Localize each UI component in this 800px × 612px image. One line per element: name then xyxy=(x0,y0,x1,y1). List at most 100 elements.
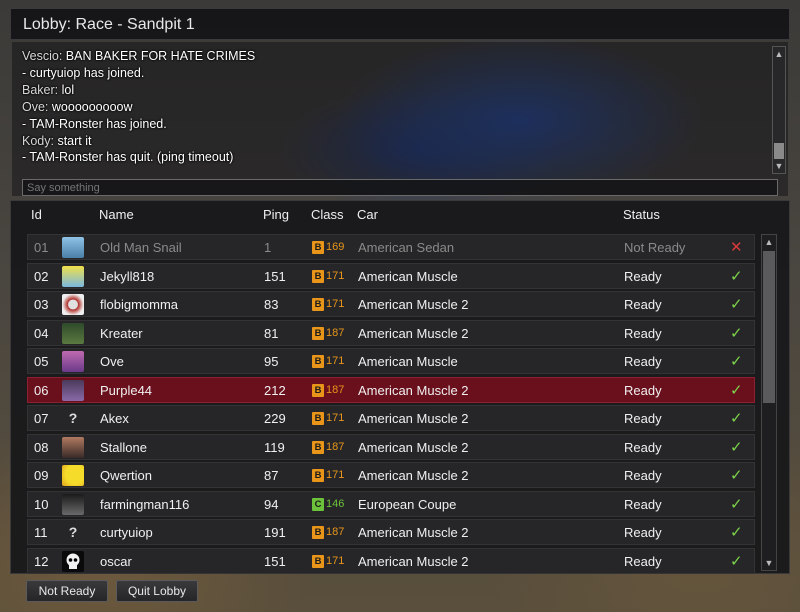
scroll-down-icon[interactable]: ▼ xyxy=(773,159,785,173)
logo-avatar xyxy=(62,294,84,315)
not-ready-button[interactable]: Not Ready xyxy=(26,580,108,602)
check-icon: ✓ xyxy=(730,296,743,313)
player-id: 03 xyxy=(34,297,49,312)
quit-lobby-button[interactable]: Quit Lobby xyxy=(116,580,198,602)
player-status: Not Ready xyxy=(624,240,686,255)
table-row[interactable]: 02 Jekyll818 151 B 171 American Muscle Ready ✓ xyxy=(27,262,755,289)
player-name: Old Man Snail xyxy=(100,240,182,255)
player-car: American Muscle 2 xyxy=(358,468,469,483)
window-title: Lobby: Race - Sandpit 1 xyxy=(23,16,195,33)
table-row[interactable]: 03 flobigmomma 83 B 171 American Muscle 2 Read… xyxy=(27,291,755,317)
chat-message: Ove: wooooooooow xyxy=(22,99,762,116)
player-ping: 151 xyxy=(264,553,286,569)
player-name: curtyuiop xyxy=(100,525,153,540)
player-ping: 119 xyxy=(264,439,285,455)
scroll-down-icon[interactable]: ▼ xyxy=(762,556,776,570)
class-badge: B xyxy=(312,554,324,568)
truck-avatar xyxy=(62,493,84,515)
scroll-up-icon[interactable]: ▲ xyxy=(773,47,785,61)
table-row[interactable]: 09 Qwertion 87 B 171 American Muscle 2 Ready ✓ xyxy=(27,462,755,488)
class-number: 171 xyxy=(326,469,345,481)
check-icon: ✓ xyxy=(730,552,743,570)
chat-text: - curtyuiop has joined. xyxy=(22,65,145,80)
class-number: 187 xyxy=(326,383,345,396)
player-ping: 95 xyxy=(264,354,279,369)
header-class: Class xyxy=(311,207,344,222)
player-name: Akex xyxy=(100,411,129,426)
player-ping: 191 xyxy=(264,525,286,540)
player-list-scrollbar[interactable]: ▲ ▼ xyxy=(761,234,777,571)
class-number: 187 xyxy=(326,440,345,453)
player-id: 02 xyxy=(34,268,49,284)
unknown-avatar: ? xyxy=(68,410,78,426)
class-number: 171 xyxy=(326,412,345,424)
player-car: American Muscle 2 xyxy=(358,297,469,312)
player-id: 08 xyxy=(34,439,49,455)
player-ping: 151 xyxy=(264,268,286,284)
header-ping: Ping xyxy=(263,207,290,222)
pikachu-avatar xyxy=(62,465,84,486)
chat-message: Baker: lol xyxy=(22,82,762,99)
player-list-scroll-thumb[interactable] xyxy=(763,251,775,403)
player-status: Ready xyxy=(624,468,662,483)
chat-scroll-thumb[interactable] xyxy=(774,143,784,159)
class-number: 187 xyxy=(326,526,345,538)
cartoon-avatar xyxy=(62,265,84,287)
class-rating: C 146 xyxy=(312,497,344,511)
table-row[interactable]: 05 Ove 95 B 171 American Muscle Ready ✓ xyxy=(27,348,755,374)
anime-avatar xyxy=(62,351,84,372)
green-avatar xyxy=(62,322,84,344)
player-car: American Muscle 2 xyxy=(358,439,469,455)
player-car: European Coupe xyxy=(358,496,457,512)
face-avatar xyxy=(62,436,84,458)
table-row[interactable]: 08 Stallone 119 B 187 American Muscle 2 Ready ✓ xyxy=(27,433,755,460)
chat-sender: Baker: xyxy=(22,82,59,97)
player-status: Ready xyxy=(624,525,662,540)
player-status: Ready xyxy=(624,496,662,512)
chat-scrollbar[interactable]: ▲ ▼ xyxy=(772,46,786,174)
table-row[interactable]: 06 Purple44 212 B 187 American Muscle 2 Ready ✓ xyxy=(27,376,755,403)
class-number: 169 xyxy=(326,241,345,253)
table-row[interactable]: 11? curtyuiop 191 B 187 American Muscle 2 Read… xyxy=(27,519,755,545)
class-rating: B 171 xyxy=(312,355,344,368)
skull-avatar xyxy=(62,550,84,572)
class-badge: B xyxy=(312,469,324,482)
chat-text: start it xyxy=(57,133,92,148)
player-car: American Muscle 2 xyxy=(358,325,469,341)
player-car: American Muscle 2 xyxy=(358,382,469,398)
player-id: 06 xyxy=(34,382,49,398)
class-number: 171 xyxy=(326,298,345,310)
player-status: Ready xyxy=(624,411,662,426)
player-name: Qwertion xyxy=(100,468,153,483)
table-row[interactable]: 04 Kreater 81 B 187 American Muscle 2 Ready ✓ xyxy=(27,319,755,346)
player-ping: 83 xyxy=(264,297,279,312)
player-status: Ready xyxy=(624,268,662,284)
player-ping: 212 xyxy=(264,382,286,398)
player-id: 10 xyxy=(34,496,49,512)
player-name: oscar xyxy=(100,553,132,569)
player-ping: 94 xyxy=(264,496,279,512)
check-icon: ✓ xyxy=(730,438,743,456)
class-badge: B xyxy=(312,526,324,539)
chat-text: wooooooooow xyxy=(51,99,133,114)
class-rating: B 187 xyxy=(312,383,345,397)
table-row[interactable]: 07? Akex 229 B 171 American Muscle 2 Ready ✓ xyxy=(27,405,755,431)
chat-message: - TAM-Ronster has quit. (ping timeout) xyxy=(22,149,762,166)
class-badge: B xyxy=(312,355,324,368)
table-row[interactable]: 12 oscar 151 B 171 American Muscle 2 Ready ✓ xyxy=(27,547,755,574)
class-rating: B 169 xyxy=(312,241,344,254)
player-list-panel: Id Name Ping Class Car Status 01 Old Man … xyxy=(10,200,790,574)
class-rating: B 171 xyxy=(312,269,344,283)
class-badge: B xyxy=(312,298,324,311)
player-status: Ready xyxy=(624,297,662,312)
class-rating: B 171 xyxy=(312,554,344,568)
table-row[interactable]: 10 farmingman116 94 C 146 European Coupe Ready… xyxy=(27,490,755,517)
player-rows: 01 Old Man Snail 1 B 169 American Sedan Not Re… xyxy=(27,234,755,574)
chat-input[interactable] xyxy=(22,179,778,196)
table-row[interactable]: 01 Old Man Snail 1 B 169 American Sedan Not Re… xyxy=(27,234,755,260)
player-id: 07 xyxy=(34,411,49,426)
player-ping: 87 xyxy=(264,468,279,483)
scroll-up-icon[interactable]: ▲ xyxy=(762,235,776,249)
chat-message: Vescio: BAN BAKER FOR HATE CRIMES xyxy=(22,48,762,65)
header-status: Status xyxy=(623,207,660,222)
